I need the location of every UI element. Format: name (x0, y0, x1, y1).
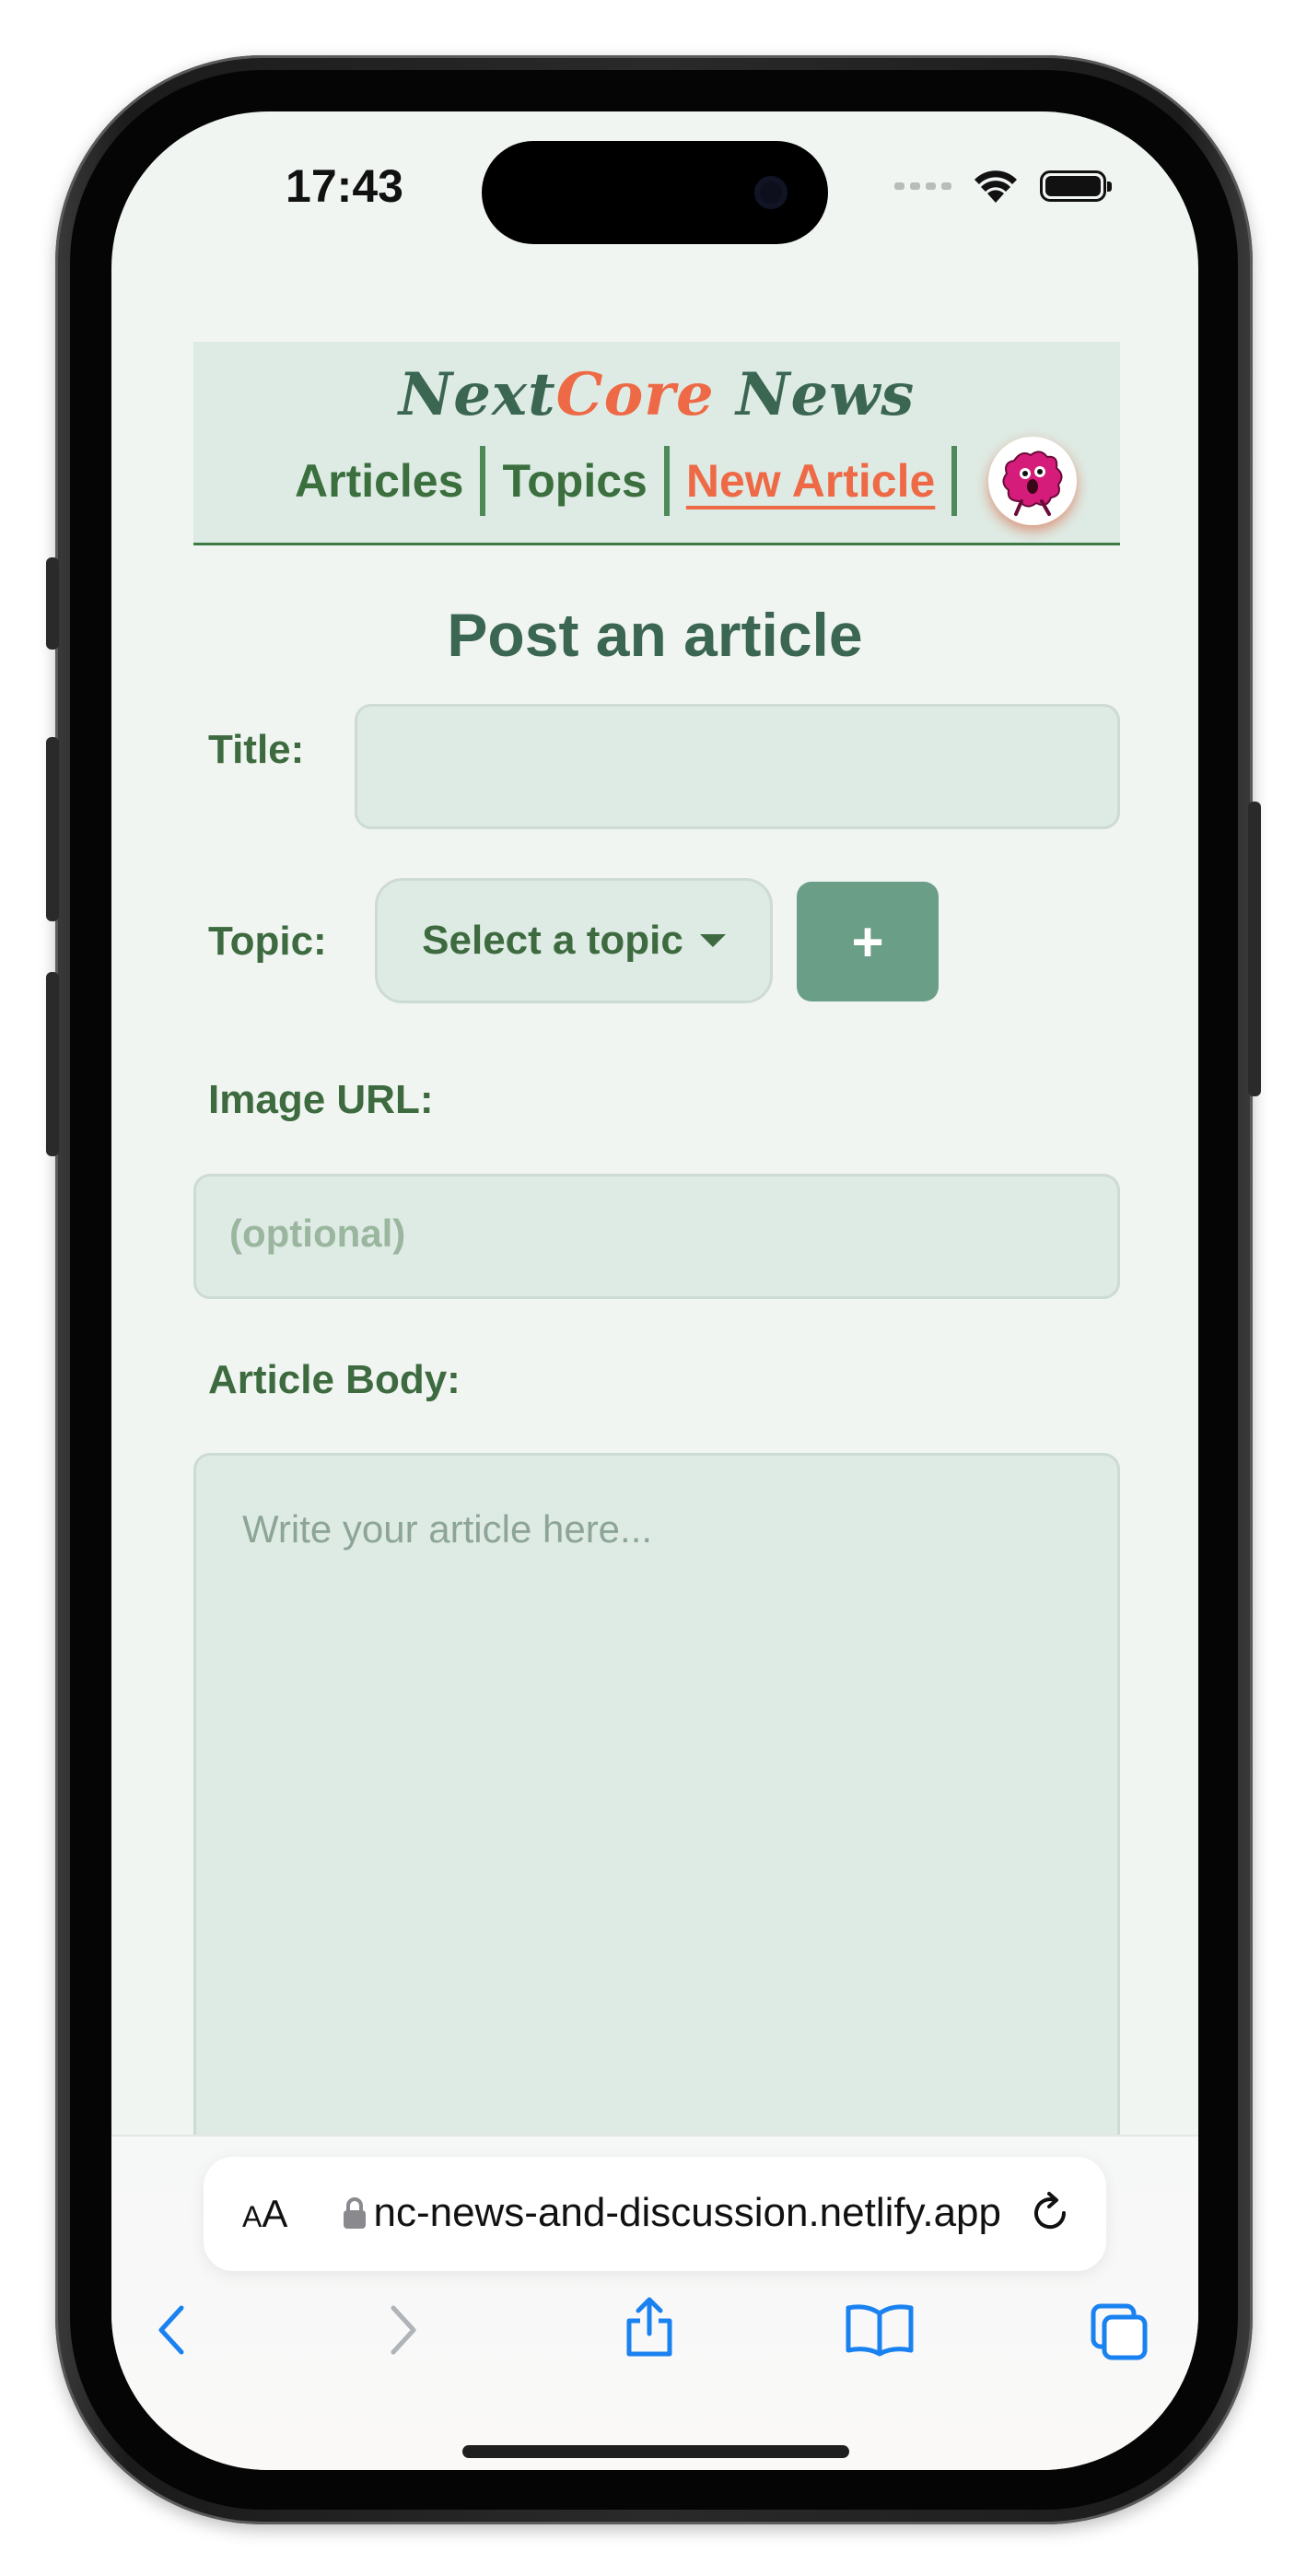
site-title-accent: Core (555, 360, 715, 429)
reload-icon[interactable] (1027, 2190, 1073, 2236)
title-label: Title: (208, 727, 305, 772)
main-nav: Articles Topics New Article (278, 437, 1078, 525)
address-bar[interactable]: AA nc-news-and-discussion.netlify.app (204, 2157, 1106, 2271)
title-input[interactable] (355, 704, 1120, 829)
article-body-label: Article Body: (208, 1357, 461, 1402)
image-url-placeholder: (optional) (229, 1212, 406, 1255)
nav-divider (951, 446, 958, 516)
caret-down-icon (699, 934, 726, 947)
battery-icon (1040, 170, 1112, 202)
topic-label: Topic: (208, 919, 327, 964)
add-topic-button[interactable]: + (797, 882, 939, 1001)
site-title-part1: Next (398, 360, 556, 429)
user-avatar[interactable] (988, 437, 1078, 525)
dynamic-island (482, 141, 828, 244)
nav-articles[interactable]: Articles (278, 454, 480, 508)
browser-bottom-bar: AA nc-news-and-discussion.netlify.app (111, 2135, 1198, 2470)
bookmarks-icon[interactable] (845, 2302, 915, 2358)
home-indicator[interactable] (462, 2445, 849, 2458)
lock-icon (344, 2197, 366, 2229)
site-title[interactable]: NextCore News (193, 360, 1120, 429)
status-time: 17:43 (286, 160, 403, 212)
screen: 17:43 NextCore News Articles Topics New … (111, 111, 1198, 2470)
volume-down-button (46, 972, 59, 1156)
nav-topics[interactable]: Topics (485, 454, 663, 508)
share-icon[interactable] (622, 2295, 677, 2359)
status-indicators (894, 165, 1112, 207)
image-url-input[interactable]: (optional) (193, 1174, 1120, 1299)
tabs-icon[interactable] (1090, 2302, 1150, 2363)
forward-icon[interactable] (384, 2302, 421, 2358)
site-header: NextCore News Articles Topics New Articl… (193, 342, 1120, 545)
signal-icon (894, 182, 951, 190)
article-body-placeholder: Write your article here... (242, 1507, 653, 1551)
article-body-textarea[interactable]: Write your article here... (193, 1453, 1120, 2190)
page-settings-button[interactable]: AA (242, 2192, 287, 2236)
action-button (46, 557, 59, 650)
site-title-part2: News (714, 360, 916, 429)
avatar-character-icon (1002, 451, 1063, 516)
nav-new-article[interactable]: New Article (670, 454, 951, 508)
image-url-label: Image URL: (208, 1077, 434, 1122)
front-camera (754, 176, 788, 209)
topic-select[interactable]: Select a topic (375, 878, 773, 1003)
form-heading: Post an article (447, 601, 863, 669)
topic-select-value: Select a topic (422, 918, 683, 963)
back-icon[interactable] (154, 2302, 191, 2358)
url-text: nc-news-and-discussion.netlify.app (375, 2190, 1001, 2235)
wifi-icon (974, 170, 1017, 203)
power-button (1248, 802, 1261, 1096)
volume-up-button (46, 737, 59, 921)
